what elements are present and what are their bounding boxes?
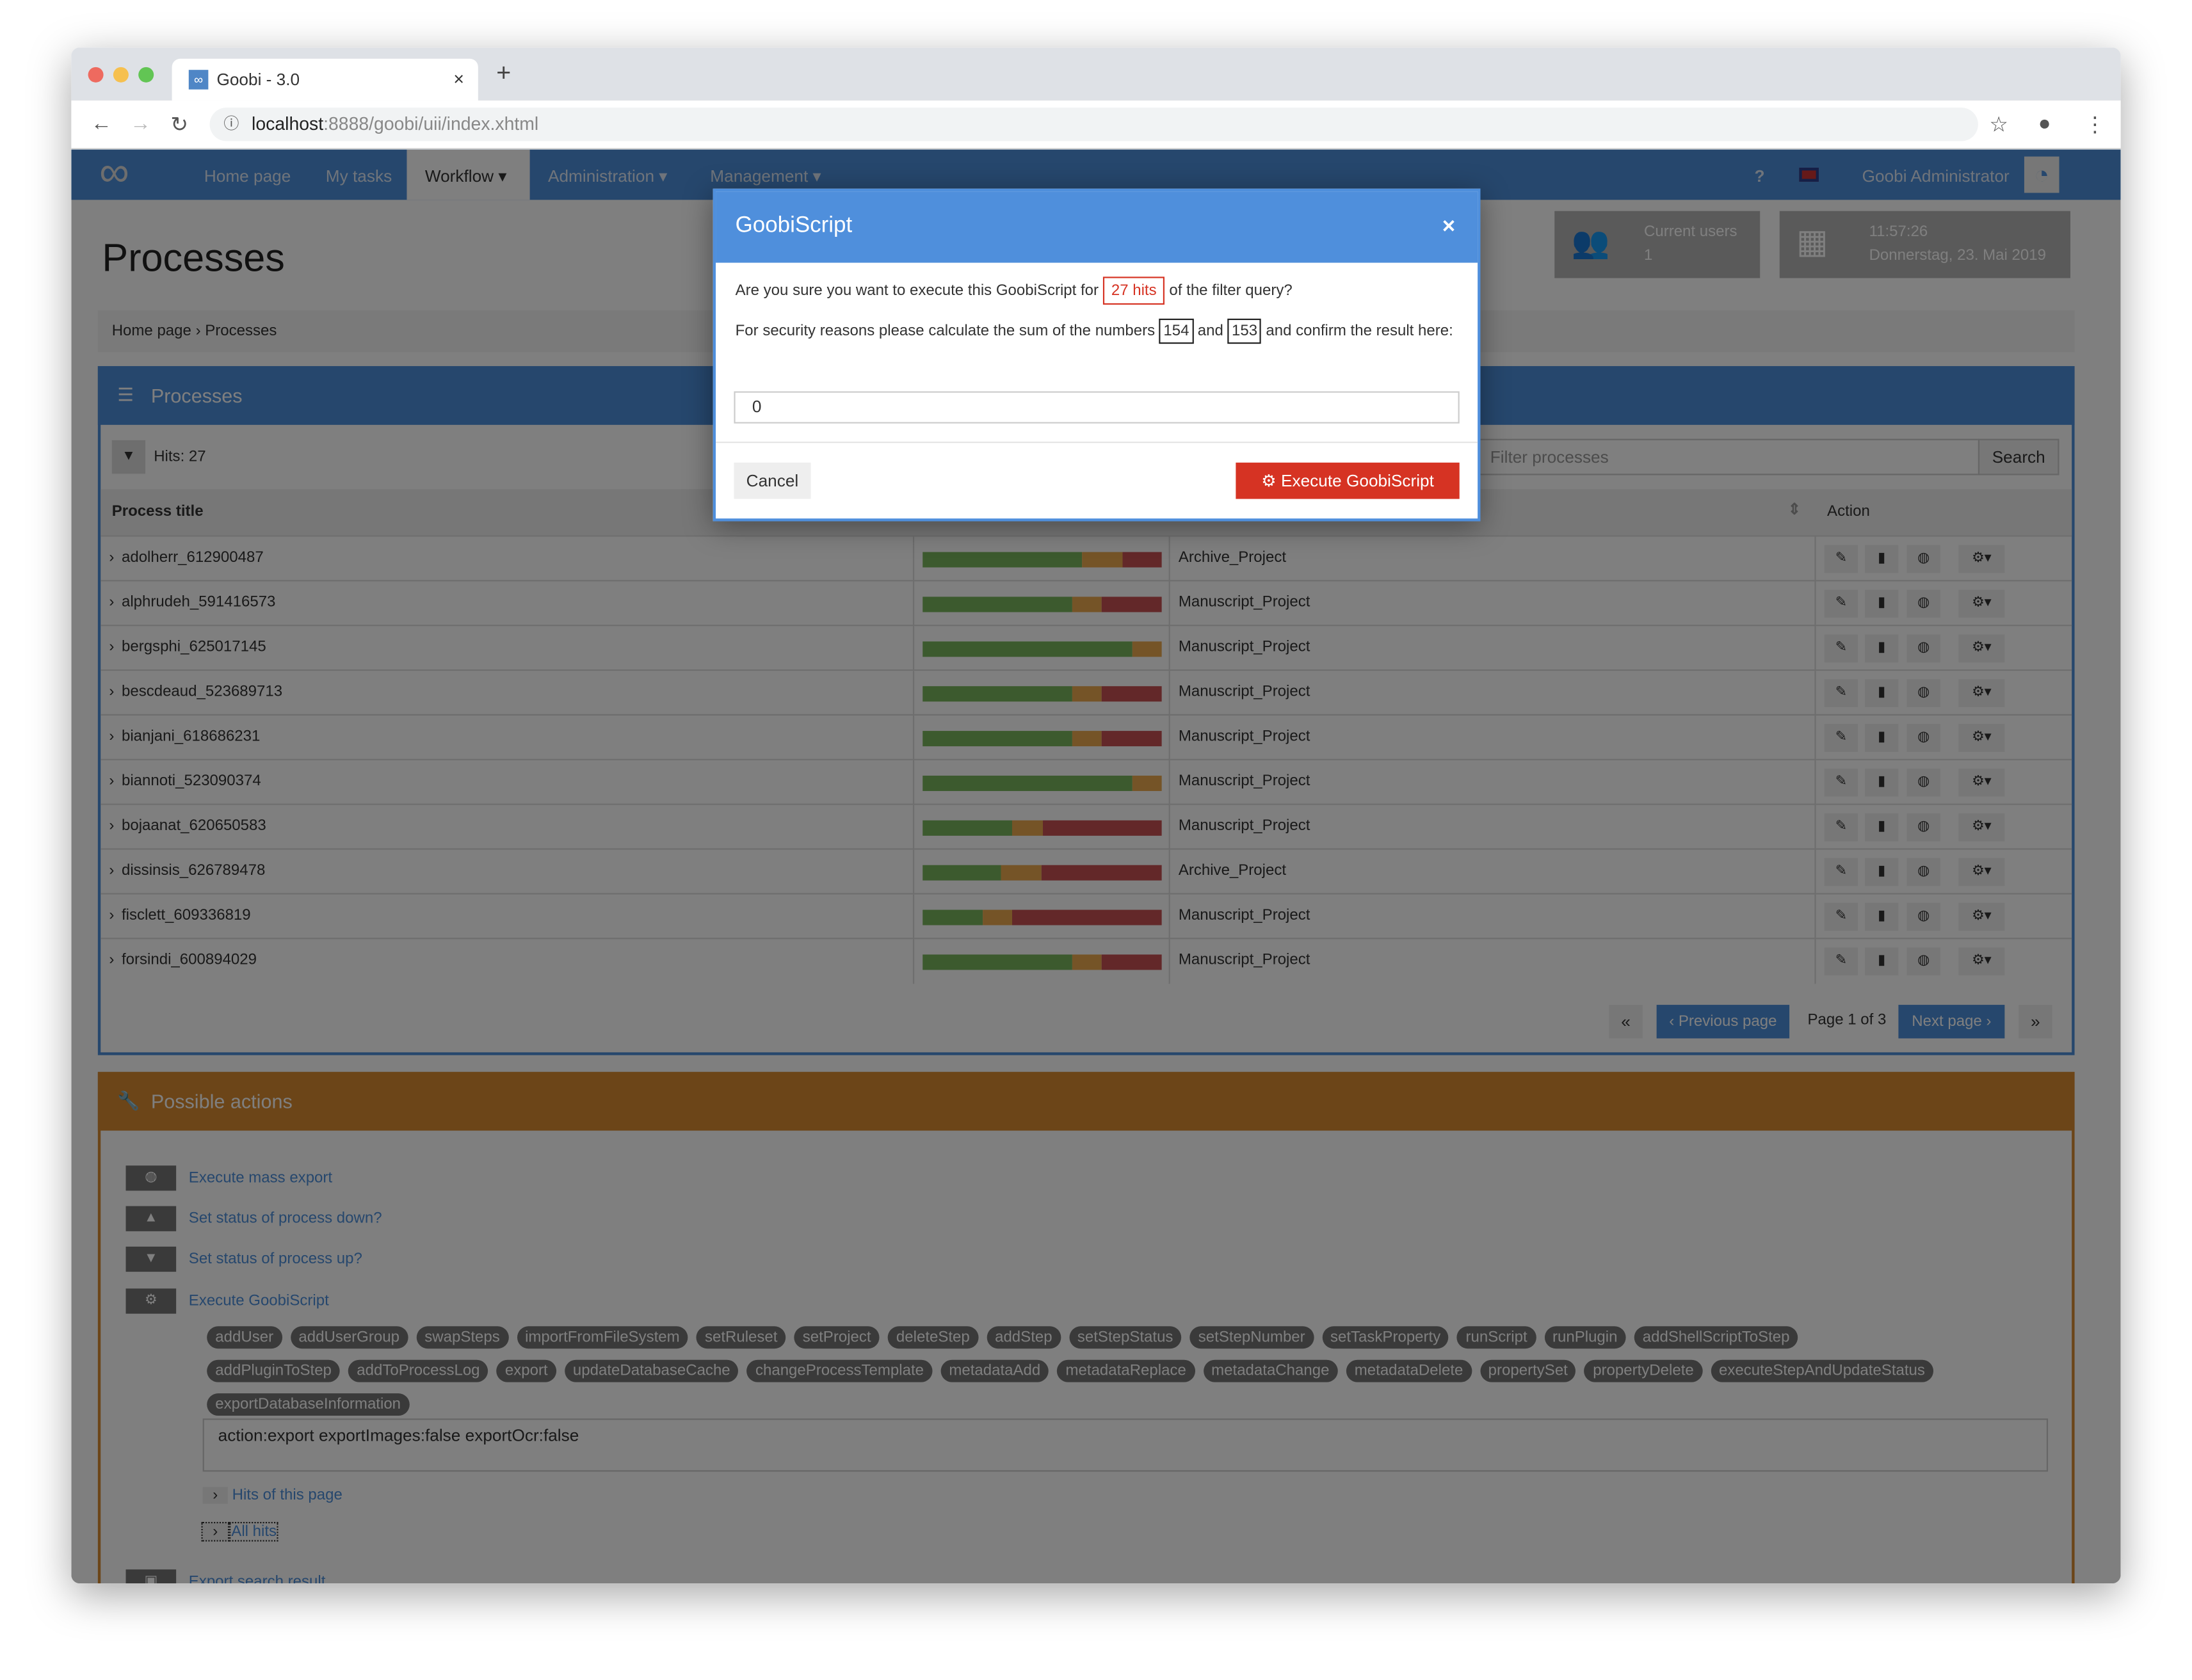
- gears-icon: ⚙: [1261, 470, 1277, 491]
- close-tab-icon[interactable]: ×: [453, 59, 464, 101]
- browser-tab[interactable]: ∞ Goobi - 3.0 ×: [172, 58, 478, 101]
- browser-window: ∞ Goobi - 3.0 × + ← → ↻ ⓘ localhost:8888…: [71, 47, 2121, 1584]
- tab-bar: ∞ Goobi - 3.0 × +: [71, 47, 2121, 101]
- cancel-button[interactable]: Cancel: [734, 462, 811, 499]
- url-field[interactable]: ⓘ localhost:8888/goobi/uii/index.xhtml: [209, 108, 1978, 141]
- q2-text-end: and confirm the result here:: [1266, 323, 1453, 340]
- url-path: :8888/goobi/uii/index.xhtml: [323, 113, 539, 134]
- new-tab-icon[interactable]: +: [496, 59, 511, 88]
- divider: [716, 442, 1478, 444]
- back-icon[interactable]: ←: [91, 112, 112, 136]
- tab-title: Goobi - 3.0: [216, 70, 300, 90]
- profile-icon[interactable]: ●: [2038, 112, 2051, 136]
- close-icon[interactable]: ×: [1442, 193, 1455, 262]
- sum-input[interactable]: 0: [734, 391, 1460, 424]
- menu-icon[interactable]: ⋮: [2084, 112, 2106, 137]
- execute-label: Execute GoobiScript: [1281, 470, 1434, 491]
- confirm-question: Are you sure you want to execute this Go…: [716, 276, 1478, 305]
- modal-header: GoobiScript ×: [716, 191, 1478, 263]
- goobi-app: ∞ Home page My tasks Workflow ▾ Administ…: [71, 149, 2121, 1584]
- number-2: 153: [1227, 318, 1262, 344]
- bookmark-star-icon[interactable]: ☆: [1989, 112, 2008, 137]
- security-question: For security reasons please calculate th…: [716, 318, 1478, 344]
- address-bar: ← → ↻ ⓘ localhost:8888/goobi/uii/index.x…: [71, 100, 2121, 150]
- execute-goobiscript-button[interactable]: ⚙ Execute GoobiScript: [1236, 462, 1460, 499]
- url-host: localhost: [252, 113, 324, 134]
- goobi-favicon-icon: ∞: [188, 70, 209, 90]
- goobiscript-modal: GoobiScript × Are you sure you want to e…: [713, 188, 1481, 522]
- modal-title: GoobiScript: [735, 214, 853, 238]
- info-icon: ⓘ: [223, 116, 239, 133]
- and-text: and: [1197, 323, 1223, 340]
- q1-text-end: of the filter query?: [1169, 282, 1293, 300]
- number-1: 154: [1159, 318, 1194, 344]
- close-window-button[interactable]: [88, 67, 104, 83]
- forward-icon[interactable]: →: [130, 112, 151, 136]
- q1-text: Are you sure you want to execute this Go…: [735, 282, 1099, 300]
- maximize-window-button[interactable]: [138, 67, 154, 83]
- reload-icon[interactable]: ↻: [170, 112, 188, 137]
- minimize-window-button[interactable]: [113, 67, 129, 83]
- hits-highlight: 27 hits: [1102, 276, 1165, 305]
- q2-text: For security reasons please calculate th…: [735, 323, 1156, 340]
